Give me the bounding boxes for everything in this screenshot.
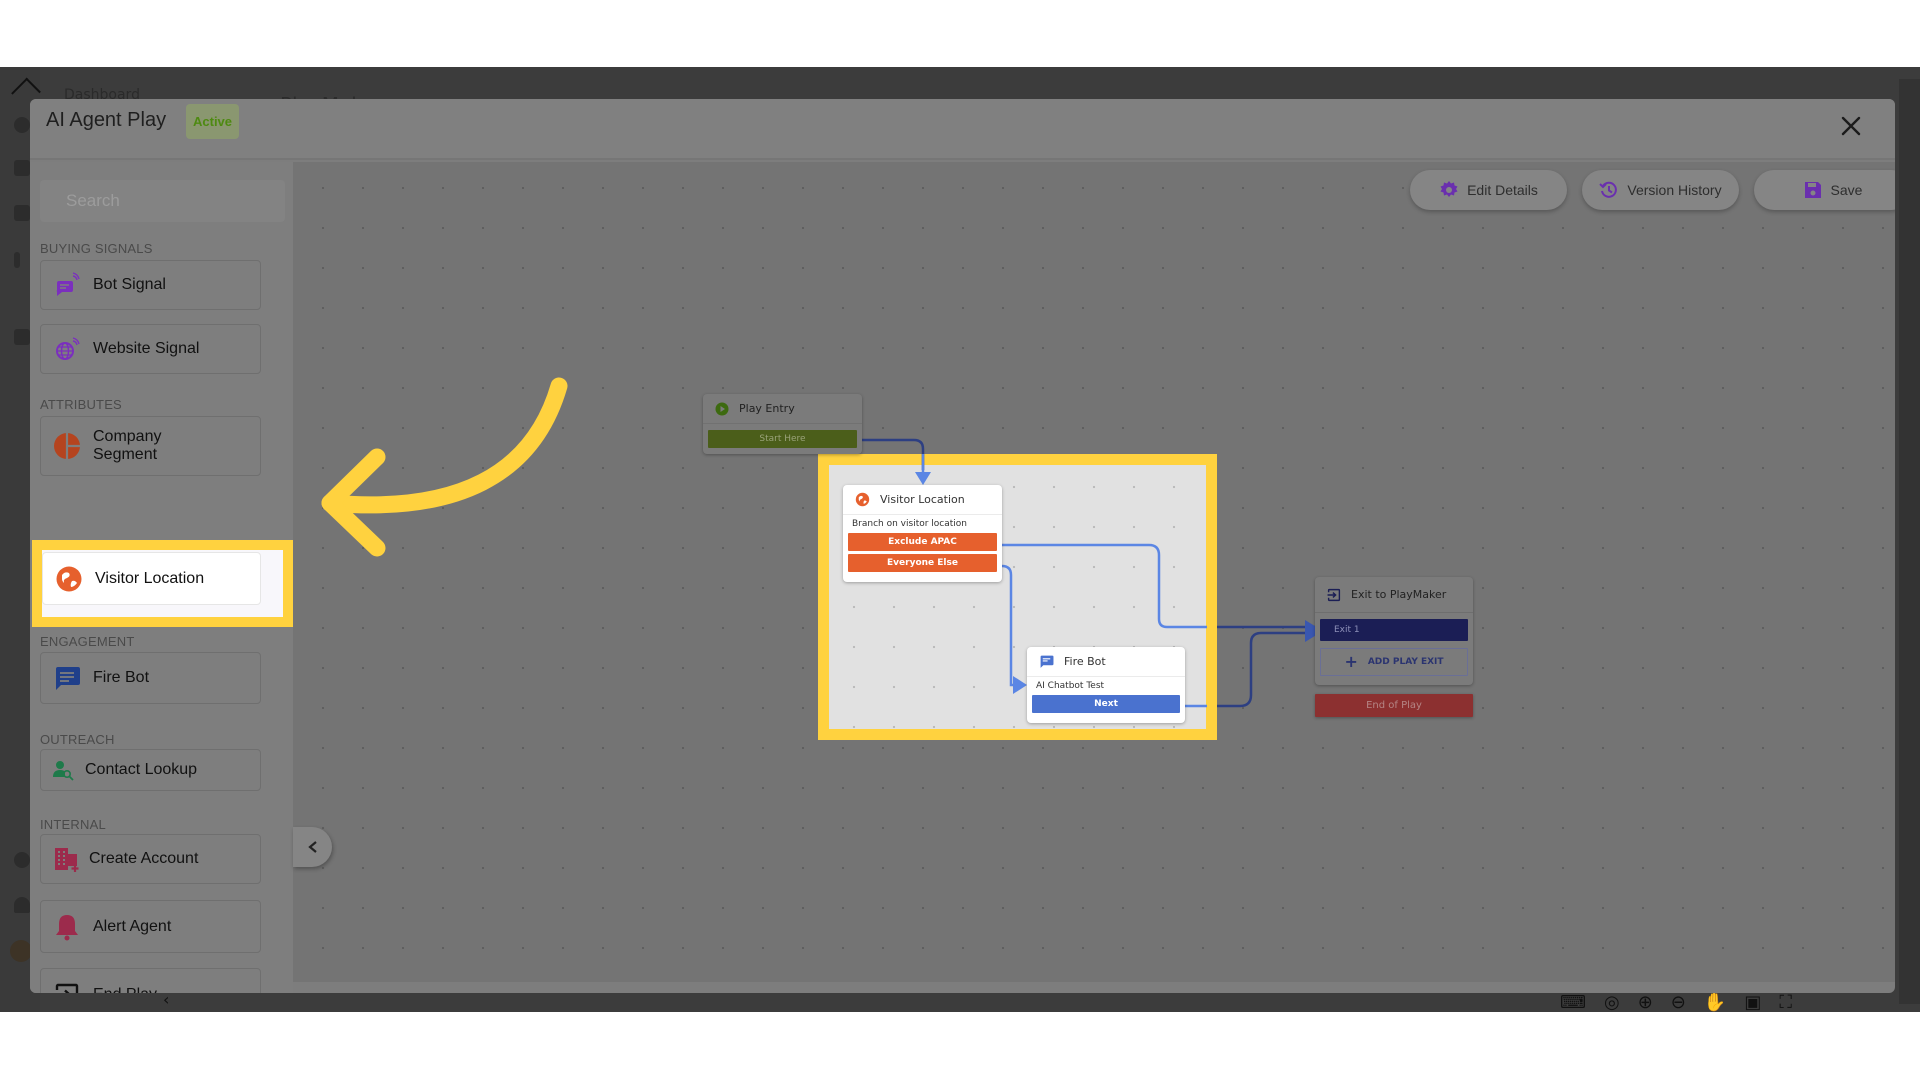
connector-next-to-exit-dim xyxy=(1217,631,1312,708)
node-subtitle: Branch on visitor location xyxy=(852,519,968,529)
connector-else-to-firebot xyxy=(996,564,1020,687)
node-title: Visitor Location xyxy=(880,493,965,506)
end-of-play-node[interactable]: End of Play xyxy=(1315,694,1473,717)
node-play-entry[interactable]: Play Entry Start Here xyxy=(703,394,862,454)
node-visitor-location[interactable]: Visitor Location Branch on visitor locat… xyxy=(843,485,1002,582)
start-here-port[interactable]: Start Here xyxy=(708,430,857,448)
add-play-exit-label: ADD PLAY EXIT xyxy=(1367,657,1444,667)
connector-arrowhead xyxy=(915,472,931,485)
chat-icon xyxy=(1040,655,1054,668)
globe-icon xyxy=(855,492,870,507)
plus-icon: + xyxy=(1344,652,1358,671)
node-subtitle: AI Chatbot Test xyxy=(1036,681,1105,691)
node-header: Exit to PlayMaker xyxy=(1315,577,1473,613)
connector-apac-to-exit xyxy=(996,543,1207,629)
exit-1-port[interactable]: Exit 1 xyxy=(1320,619,1468,641)
node-fire-bot[interactable]: Fire Bot AI Chatbot Test Next xyxy=(1027,647,1185,723)
node-header: Fire Bot xyxy=(1027,647,1185,677)
node-header: Play Entry xyxy=(703,394,862,424)
exit-icon xyxy=(1327,588,1341,601)
branch-exclude-apac[interactable]: Exclude APAC xyxy=(848,533,997,551)
connector-arrowhead xyxy=(1013,676,1027,694)
add-play-exit-button[interactable]: + ADD PLAY EXIT xyxy=(1320,648,1468,676)
node-title: Fire Bot xyxy=(1064,655,1106,668)
next-port[interactable]: Next xyxy=(1032,695,1180,713)
connector-start-to-location xyxy=(856,438,925,470)
branch-everyone-else[interactable]: Everyone Else xyxy=(848,554,997,572)
node-exit-to-playmaker[interactable]: Exit to PlayMaker Exit 1 + ADD PLAY EXIT xyxy=(1315,577,1473,685)
node-header: Visitor Location xyxy=(843,485,1002,515)
node-title: Exit to PlayMaker xyxy=(1351,588,1447,601)
play-icon xyxy=(715,402,729,415)
node-title: Play Entry xyxy=(739,402,795,415)
